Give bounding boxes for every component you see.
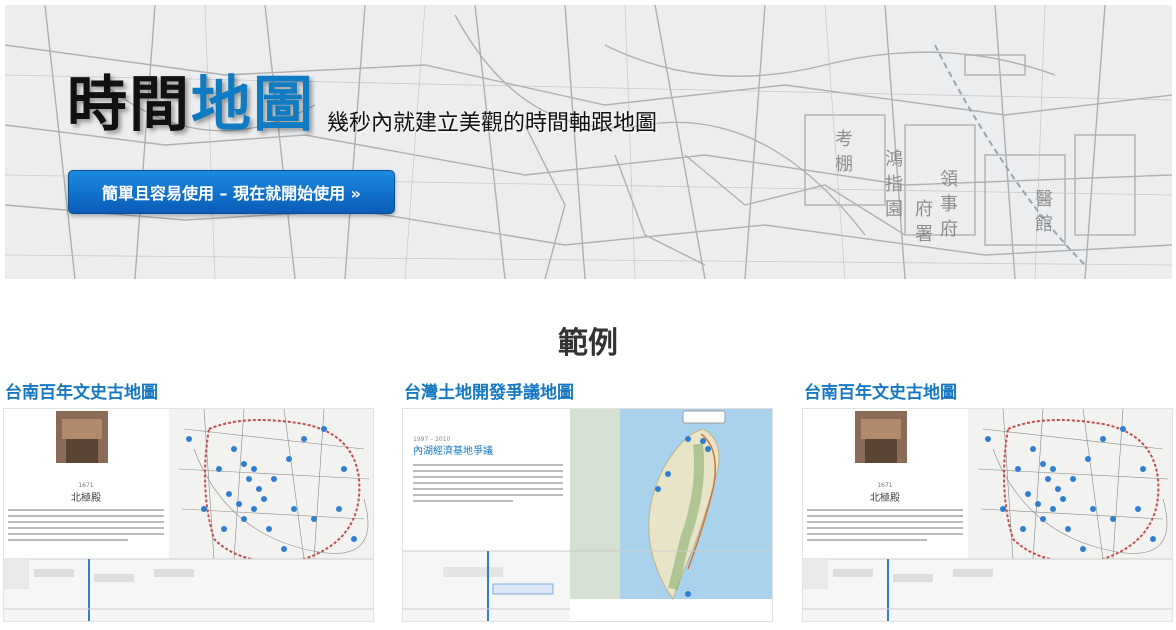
svg-text:署: 署 [915, 224, 933, 245]
thumbnail-map-preview: 北極殿 1671 [803, 409, 1172, 621]
example-thumbnail-taiwan-land[interactable]: 1997 – 2010 內湖經濟基地爭議 [402, 408, 773, 622]
thumbnail-map-preview: 1997 – 2010 內湖經濟基地爭議 [403, 409, 772, 621]
svg-text:園: 園 [885, 199, 903, 220]
hero-subtitle: 幾秒內就建立美觀的時間軸跟地圖 [327, 111, 658, 136]
example-title-tainan-1[interactable]: 台南百年文史古地圖 [5, 378, 158, 403]
svg-text:鴻: 鴻 [885, 149, 903, 170]
svg-text:醫: 醫 [1035, 189, 1053, 210]
svg-text:府: 府 [940, 219, 958, 240]
svg-text:1671: 1671 [877, 482, 892, 489]
example-thumbnail-tainan-2[interactable]: 北極殿 1671 [802, 408, 1173, 622]
svg-text:事: 事 [940, 194, 958, 215]
panel-title-text: 內湖經濟基地爭議 [413, 444, 493, 457]
svg-text:考: 考 [835, 129, 853, 150]
thumbnail-map-preview: 北極殿 1671 [4, 409, 373, 621]
hero-background-map: 考棚 鴻指園 領事府 醫館 府署 [5, 5, 1172, 279]
svg-text:館: 館 [1035, 214, 1053, 235]
svg-text:指: 指 [885, 174, 903, 195]
example-thumbnail-tainan-1[interactable]: 北極殿 1671 [3, 408, 374, 622]
example-title-tainan-2[interactable]: 台南百年文史古地圖 [804, 378, 957, 403]
hero-title-part1: 時間 [67, 70, 191, 140]
get-started-button[interactable]: 簡單且容易使用 – 現在就開始使用 » [68, 170, 395, 214]
hero-title: 時間地圖 [67, 75, 315, 135]
examples-heading: 範例 [558, 326, 618, 361]
hero-title-part2: 地圖 [191, 70, 315, 140]
panel-title-text: 北極殿 [870, 491, 900, 504]
svg-text:領: 領 [940, 169, 958, 190]
svg-text:府: 府 [915, 199, 933, 220]
svg-text:1997 – 2010: 1997 – 2010 [413, 436, 451, 443]
example-title-taiwan-land[interactable]: 台灣土地開發爭議地圖 [404, 378, 574, 403]
panel-title-text: 北極殿 [71, 491, 101, 504]
svg-text:1671: 1671 [78, 482, 93, 489]
hero-banner: 考棚 鴻指園 領事府 醫館 府署 時間地圖 幾秒內就建立美觀的時間軸跟地圖 簡單… [5, 5, 1172, 279]
svg-text:棚: 棚 [835, 154, 853, 175]
